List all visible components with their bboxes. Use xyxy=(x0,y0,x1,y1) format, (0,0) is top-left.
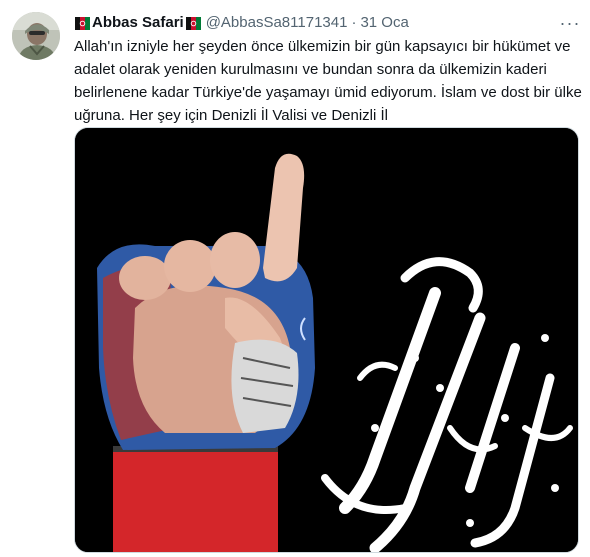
afghanistan-flag-icon xyxy=(185,16,201,30)
tweet-date[interactable]: 31 Oca xyxy=(360,13,408,33)
avatar-photo-icon xyxy=(12,12,60,60)
tweet-media-image[interactable] xyxy=(74,127,579,553)
tweet-text: Allah'ın izniyle her şeyden önce ülkemiz… xyxy=(74,38,582,124)
afghanistan-flag-icon xyxy=(75,16,90,30)
author-handle[interactable]: @AbbasSa81171341 xyxy=(206,13,348,33)
author-name[interactable]: Abbas Safari xyxy=(92,13,184,33)
tweet-header: Abbas Safari @AbbasSa81171341 · 31 Oca xyxy=(74,12,409,34)
avatar[interactable] xyxy=(12,12,60,60)
separator-dot: · xyxy=(351,14,357,31)
media-illustration xyxy=(75,128,578,552)
more-options-icon: ··· xyxy=(559,12,581,33)
tweet[interactable]: Abbas Safari @AbbasSa81171341 · 31 Oca ·… xyxy=(0,0,590,557)
more-options-button[interactable]: ··· xyxy=(558,12,582,34)
